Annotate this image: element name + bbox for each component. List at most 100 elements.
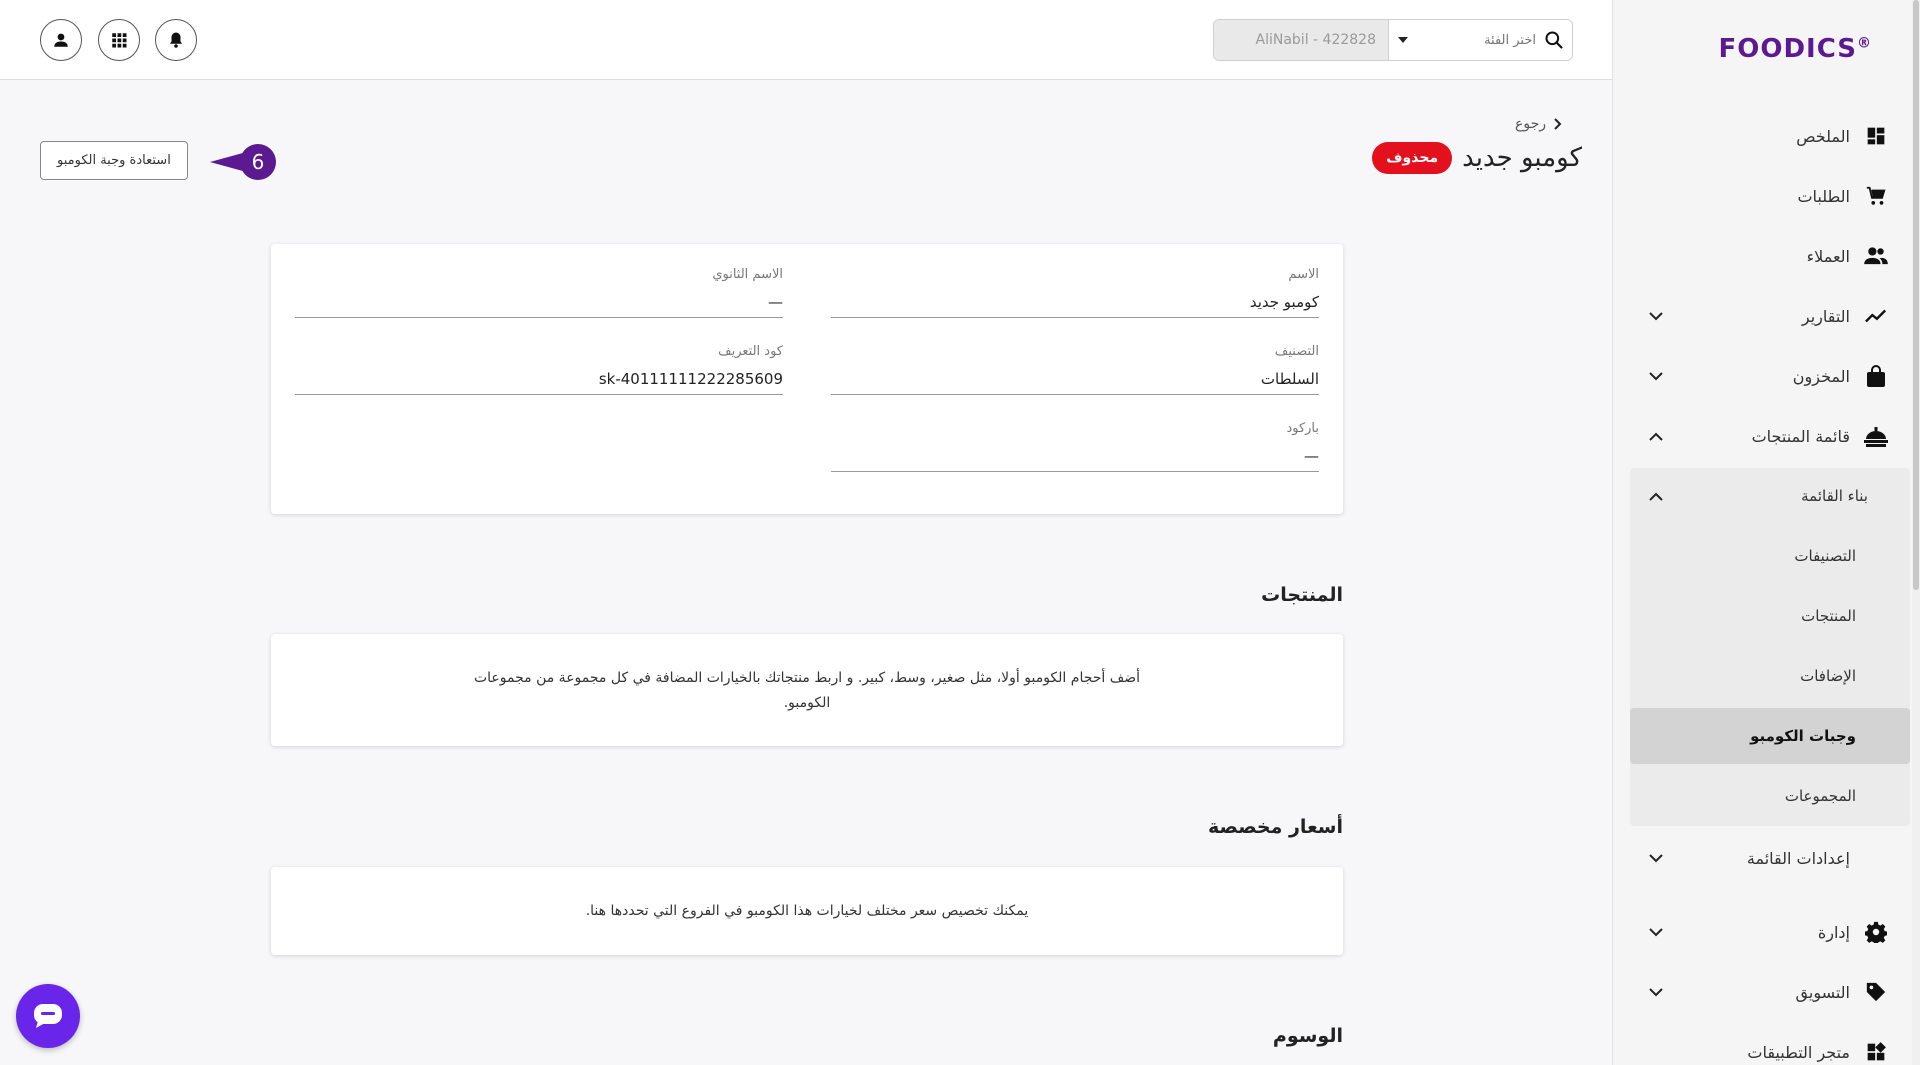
sidebar-item-label: الطلبات	[1797, 186, 1850, 206]
chart-line-icon	[1864, 304, 1888, 328]
sidebar-item-menu[interactable]: قائمة المنتجات	[1620, 411, 1912, 461]
sidebar-item-label: الملخص	[1796, 126, 1850, 146]
field-value: —	[1304, 447, 1319, 465]
sidebar-item-marketplace[interactable]: متجر التطبيقات	[1620, 1027, 1912, 1065]
gear-icon	[1864, 920, 1888, 944]
sidebar-item-label: إدارة	[1817, 922, 1850, 942]
page-title-row: كومبو جديد محذوف	[1372, 142, 1582, 174]
sidebar-item-menu-builder[interactable]: بناء القائمة	[1630, 468, 1910, 524]
sidebar-item-menu-settings[interactable]: إعدادات القائمة	[1620, 833, 1912, 883]
sidebar-item-label: التصنيفات	[1794, 547, 1856, 565]
scrollbar-thumb[interactable]	[1913, 0, 1919, 590]
apps-icon	[1864, 1040, 1888, 1064]
caret-down-icon	[1397, 37, 1408, 43]
account-field: AliNabil - 422828	[1214, 20, 1388, 60]
search-icon[interactable]	[1536, 30, 1572, 50]
sidebar-item-label: إعدادات القائمة	[1746, 848, 1850, 868]
custom-prices-section-title: أسعار مخصصة	[1207, 816, 1343, 838]
customers-icon	[1864, 244, 1888, 268]
sidebar-item-categories[interactable]: التصنيفات	[1630, 528, 1910, 584]
field-label: الاسم الثانوي	[712, 267, 783, 282]
chevron-up-icon	[1644, 432, 1668, 441]
barcode-field[interactable]: باركود —	[831, 421, 1319, 472]
back-link[interactable]: رجوع	[1515, 116, 1562, 132]
field-value: sk-40111111222285609	[598, 370, 783, 388]
products-card: أضف أحجام الكومبو أولا، مثل صغير، وسط، ك…	[271, 634, 1343, 746]
user-icon	[54, 33, 68, 47]
combo-details-card: الاسم كومبو جديد الاسم الثانوي — التصنيف…	[271, 244, 1343, 514]
bag-icon	[1864, 364, 1888, 388]
sidebar-item-label: قائمة المنتجات	[1751, 426, 1850, 446]
chevron-down-icon	[1644, 987, 1668, 997]
back-label: رجوع	[1514, 116, 1546, 132]
search-input[interactable]	[1416, 32, 1536, 48]
chevron-right-icon	[1554, 118, 1562, 130]
sidebar-item-label: العملاء	[1806, 246, 1850, 266]
sidebar-item-products[interactable]: المنتجات	[1630, 588, 1910, 644]
apps-grid-icon	[112, 33, 127, 48]
status-badge: محذوف	[1372, 142, 1453, 174]
cart-icon	[1864, 184, 1888, 208]
bell-icon	[170, 32, 182, 48]
sidebar-item-management[interactable]: إدارة	[1620, 907, 1912, 957]
chevron-down-icon	[1644, 927, 1668, 937]
chevron-down-icon	[1644, 853, 1668, 863]
sidebar-item-label: وجبات الكومبو	[1750, 727, 1856, 745]
sidebar-item-customers[interactable]: العملاء	[1620, 231, 1912, 281]
sidebar-item-label: متجر التطبيقات	[1747, 1042, 1850, 1062]
custom-prices-message: يمكنك تخصيص سعر مختلف لخيارات هذا الكومب…	[585, 903, 1029, 919]
step-number: 6	[252, 150, 265, 174]
sidebar-item-modifiers[interactable]: الإضافات	[1630, 648, 1910, 704]
foodics-logo[interactable]: FOODICS®	[1718, 34, 1872, 64]
notifications-button[interactable]	[155, 19, 197, 61]
sidebar: FOODICS® الملخص الطلبات العملاء التقارير	[1612, 0, 1920, 1065]
field-label: التصنيف	[1274, 344, 1319, 359]
chevron-down-icon	[1644, 371, 1668, 381]
tag-icon	[1864, 980, 1888, 1004]
step-marker: 6	[210, 144, 276, 180]
apps-grid-button[interactable]	[98, 19, 140, 61]
chevron-down-icon	[1644, 311, 1668, 321]
sku-field[interactable]: كود التعريف sk-40111111222285609	[295, 344, 783, 395]
field-value: كومبو جديد	[1249, 293, 1319, 311]
secondary-name-field[interactable]: الاسم الثانوي —	[295, 267, 783, 318]
dashboard-icon	[1864, 124, 1888, 148]
category-field[interactable]: التصنيف السلطات	[831, 344, 1319, 395]
sidebar-item-orders[interactable]: الطلبات	[1620, 171, 1912, 221]
tags-section-title: الوسوم	[1272, 1025, 1343, 1047]
menu-builder-group: بناء القائمة التصنيفات المنتجات الإضافات…	[1630, 468, 1910, 826]
sidebar-item-label: التسويق	[1795, 982, 1850, 1002]
sidebar-item-summary[interactable]: الملخص	[1620, 111, 1912, 161]
sidebar-item-inventory[interactable]: المخزون	[1620, 351, 1912, 401]
sidebar-item-marketing[interactable]: التسويق	[1620, 967, 1912, 1017]
restore-combo-button[interactable]: استعادة وجبة الكومبو	[40, 141, 188, 180]
top-bar: AliNabil - 422828	[0, 0, 1612, 80]
sidebar-item-label: الإضافات	[1800, 667, 1856, 685]
field-value: —	[768, 293, 783, 311]
branch-search[interactable]: AliNabil - 422828	[1213, 19, 1573, 61]
sidebar-item-label: المجموعات	[1784, 787, 1856, 805]
sidebar-item-label: المخزون	[1792, 366, 1850, 386]
dropdown-button[interactable]	[1388, 20, 1416, 60]
chevron-up-icon	[1644, 492, 1668, 501]
field-value: السلطات	[1260, 370, 1319, 388]
sidebar-scrollbar[interactable]	[1912, 0, 1920, 1065]
field-label: باركود	[1286, 421, 1319, 436]
name-field[interactable]: الاسم كومبو جديد	[831, 267, 1319, 318]
field-label: الاسم	[1288, 267, 1319, 282]
profile-button[interactable]	[40, 19, 82, 61]
custom-prices-card: يمكنك تخصيص سعر مختلف لخيارات هذا الكومب…	[271, 867, 1343, 955]
products-empty-message: أضف أحجام الكومبو أولا، مثل صغير، وسط، ك…	[473, 670, 1141, 711]
sidebar-item-label: التقارير	[1801, 306, 1850, 326]
sidebar-item-label: المنتجات	[1801, 607, 1856, 625]
page-title: كومبو جديد	[1462, 143, 1582, 173]
menu-food-icon	[1864, 424, 1888, 448]
field-label: كود التعريف	[718, 344, 783, 359]
sidebar-item-groups[interactable]: المجموعات	[1630, 768, 1910, 824]
sidebar-item-combos[interactable]: وجبات الكومبو	[1630, 708, 1910, 764]
sidebar-item-label: بناء القائمة	[1801, 487, 1868, 505]
chat-button[interactable]	[16, 984, 80, 1048]
blank-icon	[1864, 846, 1888, 870]
products-section-title: المنتجات	[1261, 584, 1343, 606]
sidebar-item-reports[interactable]: التقارير	[1620, 291, 1912, 341]
